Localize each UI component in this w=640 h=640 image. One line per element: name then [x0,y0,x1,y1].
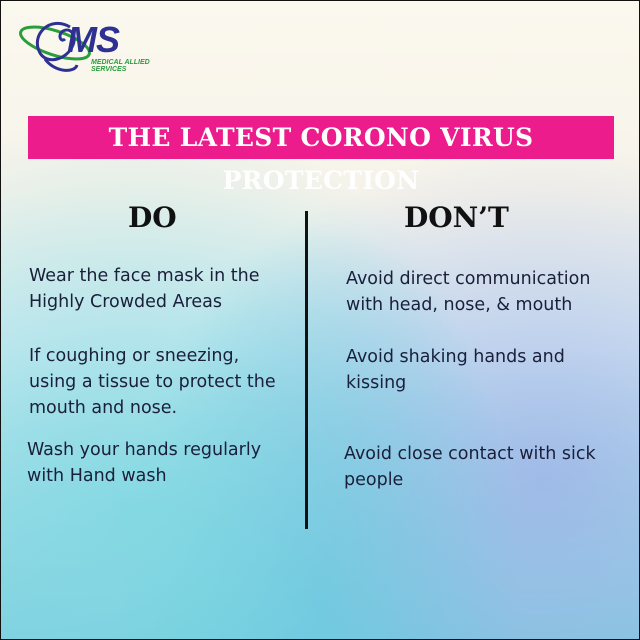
do-heading: DO [128,201,177,234]
title-banner: THE LATEST CORONO VIRUS PROTECTION [28,116,614,195]
column-divider [305,211,308,529]
dont-item: Avoid direct communication with head, no… [346,269,591,315]
qms-logo: MS MEDICAL ALLIED SERVICES [15,15,185,75]
dont-item: Avoid close contact with sick people [344,444,596,490]
dont-item: Avoid shaking hands and kissing [346,347,565,393]
logo-letters: MS [67,19,120,60]
poster: MS MEDICAL ALLIED SERVICES THE LATEST CO… [0,0,640,640]
do-item: If coughing or sneezing, using a tissue … [29,346,276,418]
dont-heading: DON’T [404,201,509,234]
do-item: Wear the face mask in the Highly Crowded… [29,266,260,312]
logo-tagline: MEDICAL ALLIED SERVICES [91,59,150,73]
do-item: Wash your hands regularly with Hand wash [27,440,262,486]
